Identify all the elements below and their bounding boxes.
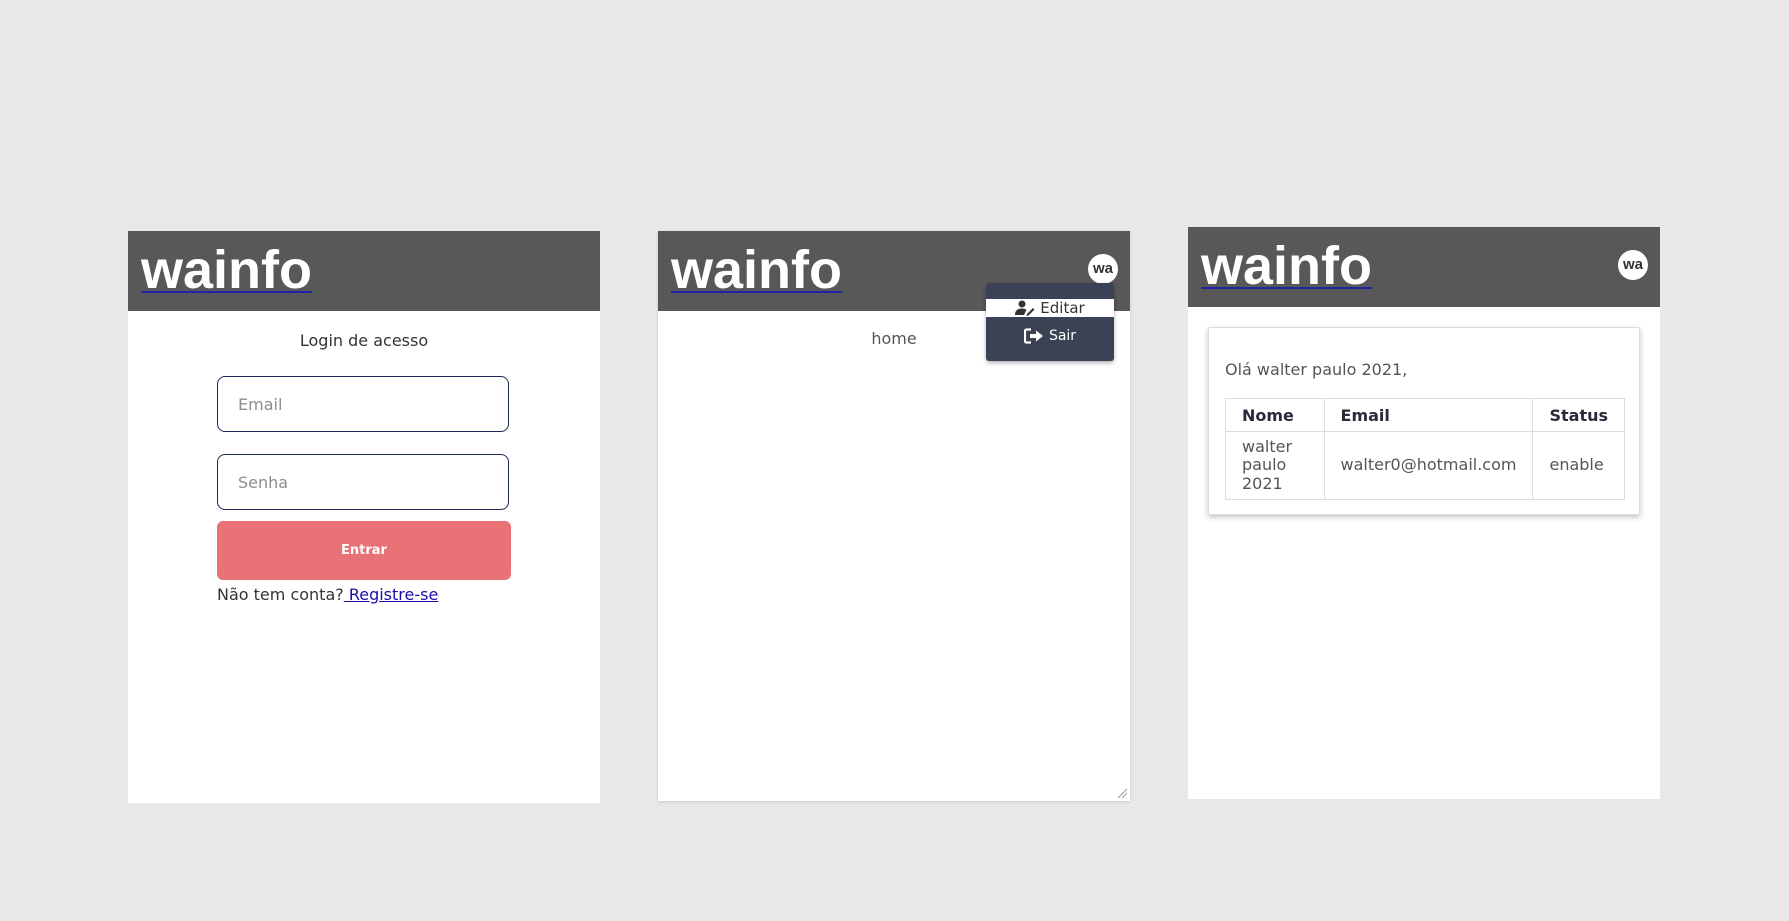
user-table: Nome Email Status walter paulo 2021 walt… — [1225, 398, 1625, 501]
menu-item-editar[interactable]: Editar — [986, 299, 1114, 317]
email-field[interactable] — [217, 376, 509, 432]
cell-status: enable — [1532, 430, 1625, 501]
register-link[interactable]: Registre-se — [344, 585, 438, 604]
user-edit-icon — [1015, 300, 1035, 316]
menu-item-sair[interactable]: Sair — [986, 326, 1114, 346]
column-header-nome: Nome — [1225, 398, 1325, 432]
brand-logo-link[interactable]: wainfo — [1201, 239, 1372, 293]
brand-logo-link[interactable]: wainfo — [671, 243, 842, 297]
login-title: Login de acesso — [299, 331, 429, 350]
home-screen: wainfo wa home Editar Sair — [658, 231, 1130, 801]
profile-screen: wainfo wa Olá walter paulo 2021, Nome Em… — [1188, 227, 1660, 799]
app-header: wainfo — [128, 231, 600, 311]
resize-grip-icon[interactable] — [1116, 787, 1128, 799]
login-screen: wainfo Login de acesso Entrar Não tem co… — [128, 231, 600, 803]
greeting-text: Olá walter paulo 2021, — [1225, 360, 1408, 379]
app-header: wainfo wa — [1188, 227, 1660, 307]
column-header-status: Status — [1532, 398, 1625, 432]
avatar[interactable]: wa — [1618, 250, 1648, 280]
no-account-text: Não tem conta? — [217, 585, 344, 604]
cell-nome: walter paulo 2021 — [1225, 430, 1325, 501]
password-field[interactable] — [217, 454, 509, 510]
avatar[interactable]: wa — [1088, 254, 1118, 284]
user-info-card: Olá walter paulo 2021, Nome Email Status… — [1208, 327, 1640, 515]
login-button[interactable]: Entrar — [217, 521, 511, 580]
menu-item-label: Editar — [1040, 299, 1085, 317]
brand-logo-link[interactable]: wainfo — [141, 243, 312, 297]
cell-email: walter0@hotmail.com — [1323, 430, 1534, 501]
table-row: walter paulo 2021 walter0@hotmail.com en… — [1225, 430, 1625, 501]
user-menu-dropdown: Editar Sair — [986, 283, 1114, 361]
sign-out-icon — [1023, 328, 1043, 344]
menu-item-label: Sair — [1048, 328, 1077, 344]
table-header-row: Nome Email Status — [1225, 398, 1625, 432]
register-prompt: Não tem conta? Registre-se — [217, 585, 438, 604]
column-header-email: Email — [1323, 398, 1534, 432]
